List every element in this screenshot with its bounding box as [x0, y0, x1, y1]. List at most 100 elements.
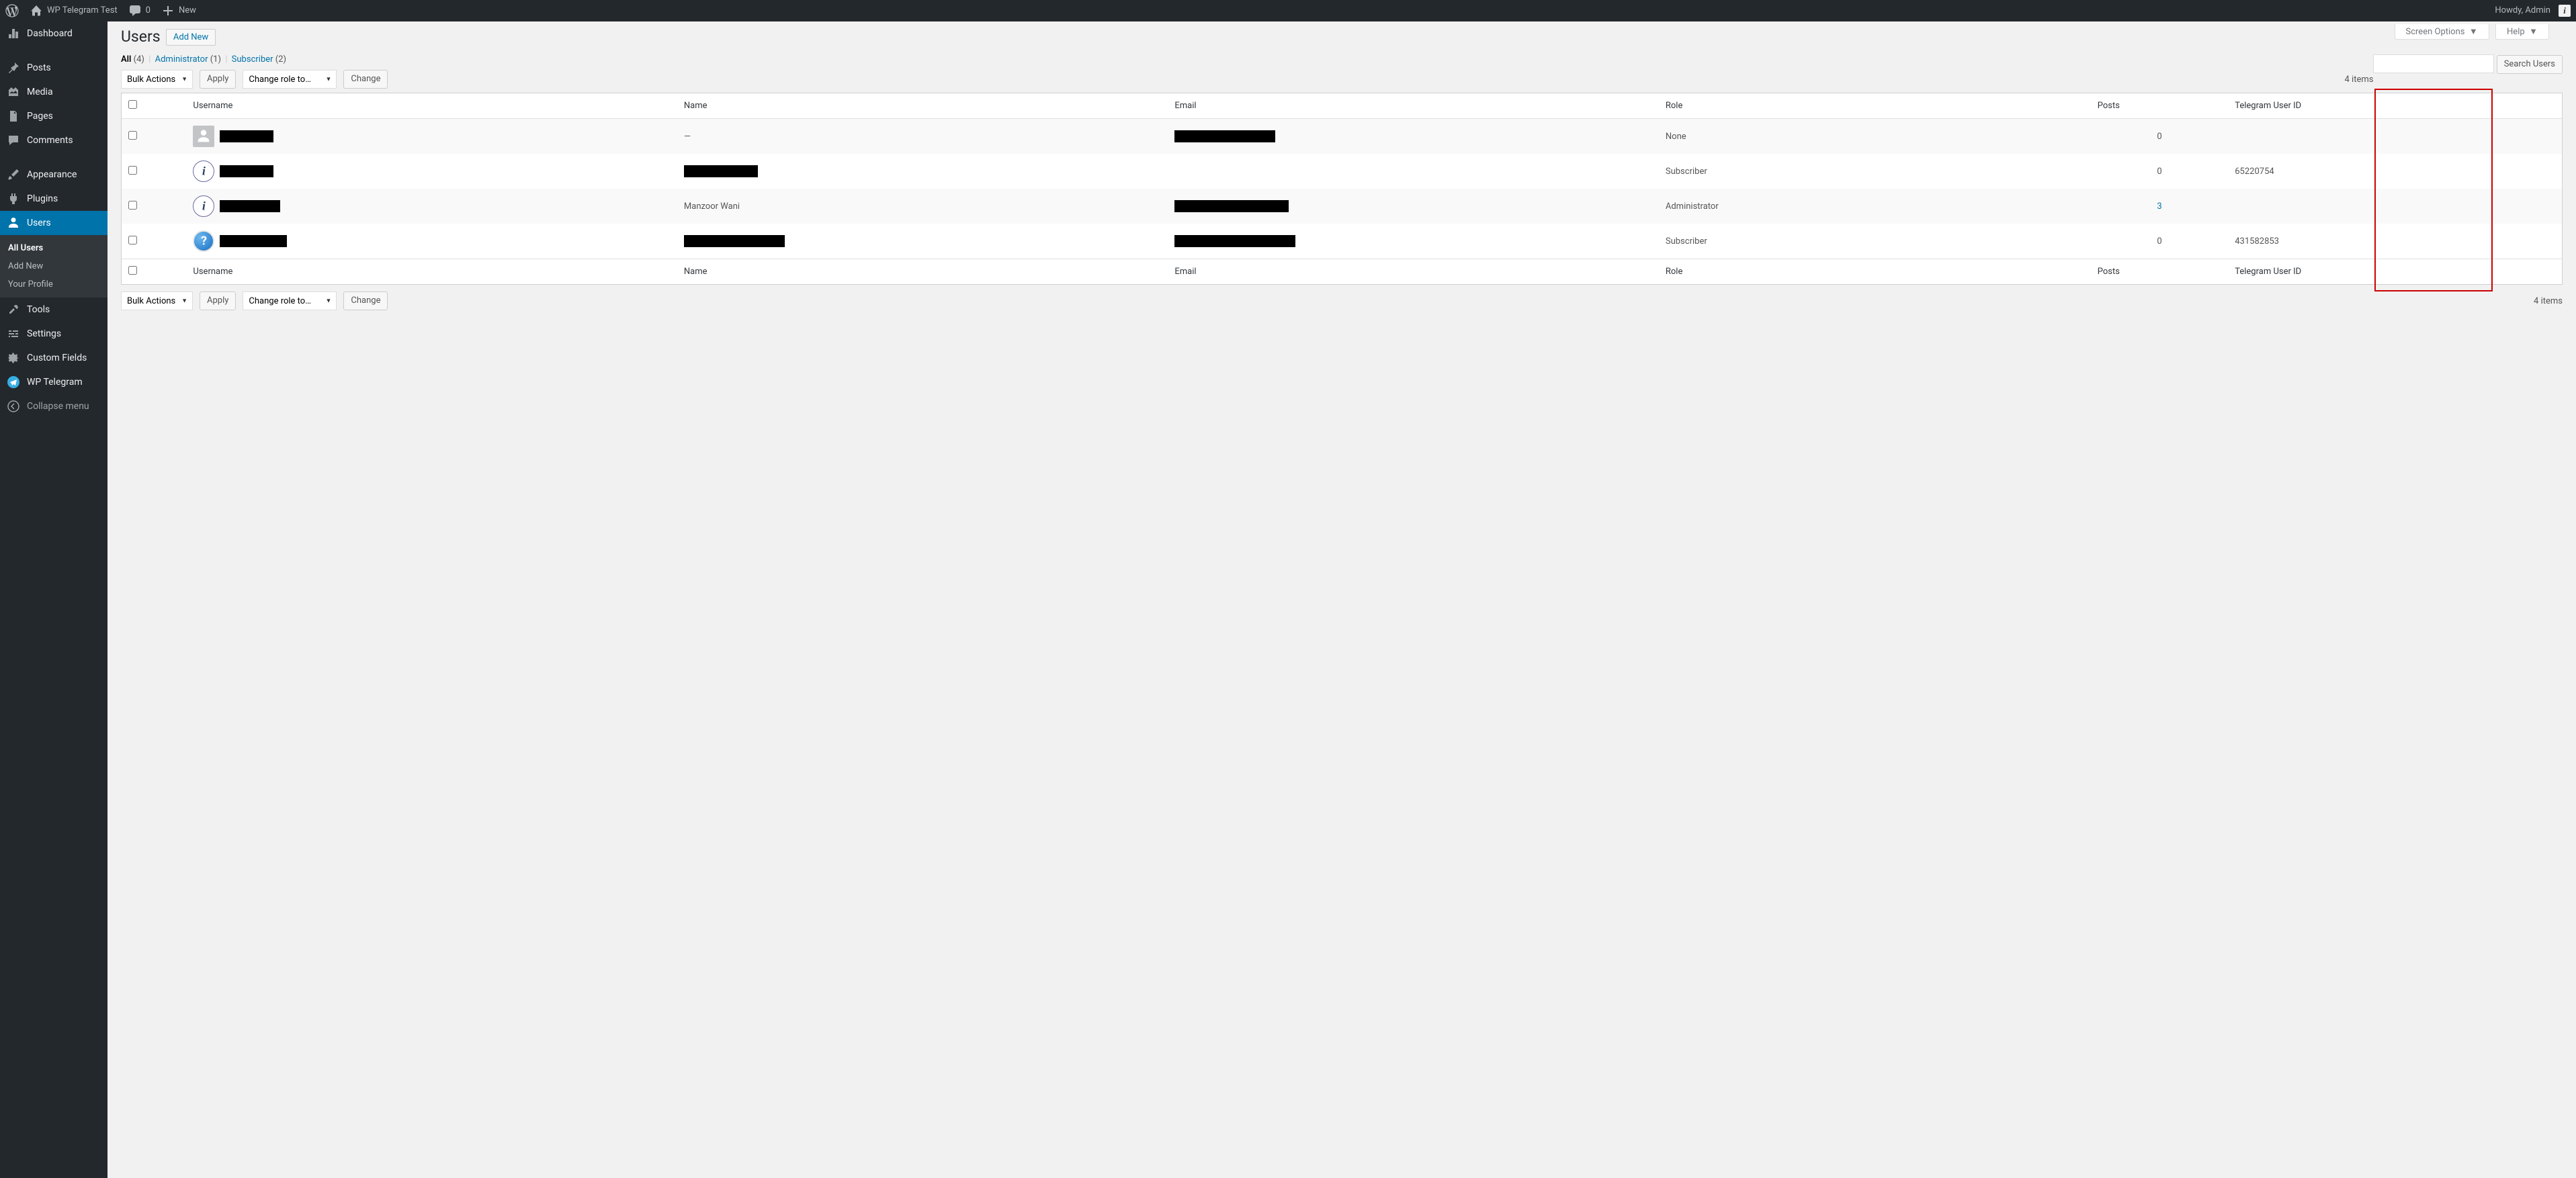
filter-sub-label: Subscriber [232, 54, 273, 64]
submenu-all-users[interactable]: All Users [0, 239, 108, 257]
name-redacted [684, 165, 758, 177]
menu-media[interactable]: Media [0, 80, 108, 104]
comment-icon [7, 134, 20, 147]
search-input[interactable] [2373, 54, 2494, 73]
col-role: Role [1659, 93, 2091, 119]
brush-icon [7, 168, 20, 181]
change-role-button-top[interactable]: Change [343, 70, 388, 89]
col-telegram: Telegram User ID [2228, 93, 2562, 119]
admin-menu: Dashboard Posts Media Pages Comments App… [0, 21, 108, 1178]
menu-pages-label: Pages [27, 111, 53, 122]
pin-icon [7, 61, 20, 75]
user-avatar-icon [193, 126, 214, 147]
home-icon [30, 4, 43, 17]
menu-dashboard[interactable]: Dashboard [0, 21, 108, 46]
admin-bar: WP Telegram Test 0 New Howdy, Admin i [0, 0, 2576, 21]
posts-count: 0 [2157, 236, 2161, 246]
row-checkbox[interactable] [128, 131, 137, 140]
menu-users-label: Users [27, 218, 51, 228]
col-email-foot[interactable]: Email [1168, 259, 1658, 284]
new-content-link[interactable]: New [156, 0, 202, 21]
filter-all-label: All [121, 54, 131, 64]
name-redacted [684, 235, 785, 247]
menu-settings[interactable]: Settings [0, 322, 108, 346]
menu-plugins-label: Plugins [27, 193, 58, 204]
howdy-text: Howdy, Admin [2495, 0, 2550, 21]
filter-administrator[interactable]: Administrator [155, 54, 208, 64]
table-row: Manzoor Wani Administrator 3 [122, 189, 2562, 224]
user-avatar-icon: i [2559, 5, 2571, 17]
row-checkbox[interactable] [128, 201, 137, 210]
filter-subscriber[interactable]: Subscriber [232, 54, 273, 64]
telegram-id-value: 431582853 [2235, 236, 2279, 246]
col-username[interactable]: Username [186, 93, 677, 119]
name-value: Manzoor Wani [684, 201, 740, 212]
posts-count: 0 [2157, 167, 2161, 177]
menu-tools[interactable]: Tools [0, 298, 108, 322]
menu-settings-label: Settings [27, 328, 61, 339]
menu-plugins[interactable]: Plugins [0, 187, 108, 211]
menu-posts-label: Posts [27, 62, 51, 73]
screen-options-toggle[interactable]: Screen Options ▼ [2395, 24, 2489, 40]
bulk-actions-top[interactable]: Bulk Actions [121, 70, 193, 89]
menu-posts[interactable]: Posts [0, 56, 108, 80]
menu-appearance[interactable]: Appearance [0, 163, 108, 187]
role-value: Administrator [1666, 201, 1719, 212]
username-redacted [220, 235, 287, 247]
menu-collapse[interactable]: Collapse menu [0, 394, 108, 418]
posts-count: 0 [2157, 132, 2161, 142]
plus-icon [161, 4, 175, 17]
table-row: — None 0 [122, 119, 2562, 154]
email-redacted [1174, 130, 1275, 142]
row-checkbox[interactable] [128, 236, 137, 244]
submenu-users: All Users Add New Your Profile [0, 235, 108, 298]
menu-custom-fields-label: Custom Fields [27, 353, 87, 363]
filter-all[interactable]: All [121, 54, 131, 64]
site-title: WP Telegram Test [47, 0, 118, 21]
comments-link[interactable]: 0 [123, 0, 156, 21]
search-users-button[interactable]: Search Users [2497, 55, 2563, 74]
apply-bulk-bottom[interactable]: Apply [200, 291, 236, 310]
select-all-bottom[interactable] [128, 266, 137, 275]
change-role-button-bottom[interactable]: Change [343, 291, 388, 310]
wp-logo[interactable] [0, 4, 24, 17]
username-redacted [220, 130, 273, 142]
menu-pages[interactable]: Pages [0, 104, 108, 128]
comment-icon [128, 4, 142, 17]
change-role-top[interactable]: Change role to… [243, 70, 337, 89]
collapse-icon [7, 400, 20, 413]
help-toggle[interactable]: Help ▼ [2495, 24, 2549, 40]
screen-options-label: Screen Options [2406, 27, 2465, 37]
gear-icon [7, 351, 20, 365]
apply-bulk-top[interactable]: Apply [200, 70, 236, 89]
posts-count-link[interactable]: 3 [2157, 201, 2161, 212]
menu-comments[interactable]: Comments [0, 128, 108, 152]
plugin-icon [7, 192, 20, 206]
bulk-actions-bottom[interactable]: Bulk Actions [121, 291, 193, 310]
select-all-top[interactable] [128, 100, 137, 109]
name-value: — [684, 132, 691, 142]
col-username-foot[interactable]: Username [186, 259, 677, 284]
items-count-top: 4 items [2345, 75, 2374, 85]
comments-count: 0 [146, 0, 151, 21]
submenu-your-profile[interactable]: Your Profile [0, 275, 108, 293]
email-redacted [1174, 200, 1289, 212]
dashboard-icon [7, 27, 20, 40]
table-row: Subscriber 0 65220754 [122, 154, 2562, 189]
change-role-bottom[interactable]: Change role to… [243, 291, 337, 310]
table-row: Subscriber 0 431582853 [122, 224, 2562, 259]
users-table: Username Name Email Role Posts Telegram … [121, 93, 2563, 285]
submenu-add-new[interactable]: Add New [0, 257, 108, 275]
sliders-icon [7, 327, 20, 341]
menu-custom-fields[interactable]: Custom Fields [0, 346, 108, 370]
media-icon [7, 85, 20, 99]
col-email[interactable]: Email [1168, 93, 1658, 119]
row-checkbox[interactable] [128, 166, 137, 175]
menu-users[interactable]: Users [0, 211, 108, 235]
menu-media-label: Media [27, 87, 53, 97]
howdy-account[interactable]: Howdy, Admin i [2489, 0, 2576, 21]
site-name-link[interactable]: WP Telegram Test [24, 0, 123, 21]
add-new-user-button[interactable]: Add New [166, 29, 216, 46]
menu-wp-telegram[interactable]: WP Telegram [0, 370, 108, 394]
filter-links: All (4) | Administrator (1) | Subscriber… [121, 54, 2563, 64]
